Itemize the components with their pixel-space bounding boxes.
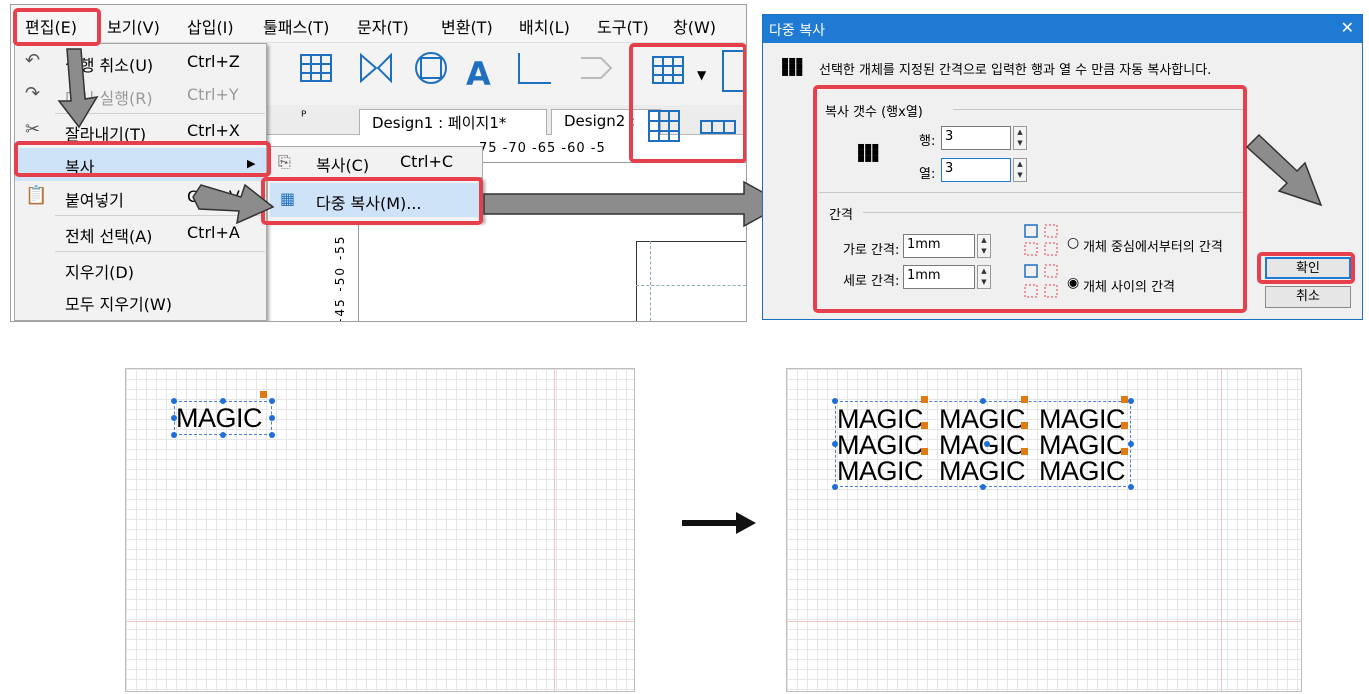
magic-text[interactable]: MAGIC (176, 405, 263, 432)
menu-insert[interactable]: 삽입(I) (187, 14, 234, 38)
editor-window: 편집(E) 보기(V) 삽입(I) 툴패스(T) 문자(T) 변환(T) 배치(… (10, 4, 747, 322)
shear-icon (518, 53, 551, 84)
magic-copy-r2c2[interactable]: MAGIC (939, 432, 1026, 459)
menu-item-delete-all[interactable]: 모두 지우기(W) (15, 285, 266, 318)
multi-copy-icon: ▪▪▪ ▪▪▪ ▪▪▪ (781, 53, 803, 79)
to-dialog-arrow-icon (483, 180, 786, 228)
tab-design1[interactable]: Design1 : 페이지1* (359, 109, 547, 135)
paste-label: 붙여넣기 (65, 191, 124, 210)
mirror-icon (360, 52, 392, 84)
cancel-button[interactable]: 취소 (1265, 286, 1351, 308)
copy-c-label: 복사(C) (316, 156, 370, 175)
menu-window[interactable]: 창(W) (673, 14, 716, 38)
down-arrow-icon (57, 48, 99, 129)
copy-submenu-item[interactable]: ⎘ 복사(C) Ctrl+C (267, 146, 483, 178)
ok-arrow-icon (1245, 133, 1323, 207)
magic-copy-r3c2[interactable]: MAGIC (939, 458, 1026, 485)
menu-toolpath[interactable]: 툴패스(T) (263, 14, 329, 38)
highlight-edit-menu (13, 8, 101, 46)
dialog-titlebar: 다중 복사 ✕ (763, 15, 1362, 43)
canvas-before[interactable]: MAGIC (125, 368, 635, 692)
right-arrow-icon (192, 183, 275, 225)
redo-shortcut: Ctrl+Y (187, 85, 239, 104)
undo-icon: ↶ (25, 50, 41, 71)
menu-bar: 편집(E) 보기(V) 삽입(I) 툴패스(T) 문자(T) 변환(T) 배치(… (11, 5, 746, 43)
pin-icon[interactable]: ᴾ (301, 109, 306, 125)
dialog-title: 다중 복사 (769, 23, 825, 39)
copy-c-shortcut: Ctrl+C (400, 152, 454, 171)
multi-copy-dialog: 다중 복사 ✕ ▪▪▪ ▪▪▪ ▪▪▪ 선택한 개체를 지정된 간격으로 입력한 행… (762, 14, 1363, 320)
menu-transform[interactable]: 변환(T) (441, 14, 493, 38)
delete-all-label: 모두 지우기(W) (65, 295, 172, 314)
magic-copy-r2c1[interactable]: MAGIC (837, 432, 924, 459)
redo-icon: ↷ (25, 83, 41, 104)
magic-copy-r1c2[interactable]: MAGIC (939, 406, 1026, 433)
paste-icon: 📋 (25, 185, 48, 206)
row-copy-icon (700, 120, 736, 134)
highlight-multi-copy-item (261, 177, 483, 225)
menu-view[interactable]: 보기(V) (107, 14, 160, 38)
menu-item-delete[interactable]: 지우기(D) (15, 253, 266, 286)
magic-copy-r3c3[interactable]: MAGIC (1039, 458, 1126, 485)
highlight-ok-button (1257, 252, 1355, 284)
menu-text[interactable]: 문자(T) (357, 14, 409, 38)
menu-tools[interactable]: 도구(T) (597, 14, 649, 38)
dialog-description: 선택한 개체를 지정된 간격으로 입력한 행과 열 수 만큼 자동 복사합니다. (819, 63, 1212, 78)
canvas-after[interactable]: MAGIC MAGIC MAGIC MAGIC MAGIC MAGIC MAGI… (786, 368, 1302, 692)
select-all-label: 전체 선택(A) (65, 227, 153, 246)
highlight-dialog-settings (813, 85, 1247, 313)
magic-copy-r1c1[interactable]: MAGIC (837, 406, 924, 433)
cut-icon: ✂ (25, 119, 41, 140)
magic-copy-r2c3[interactable]: MAGIC (1039, 432, 1126, 459)
grid-copy-icon (648, 110, 680, 142)
close-icon[interactable]: ✕ (1341, 18, 1354, 37)
undo-shortcut: Ctrl+Z (187, 52, 240, 71)
svg-text:A: A (466, 55, 491, 93)
menu-arrange[interactable]: 배치(L) (519, 14, 570, 38)
multi-copy-toolbar-icons (648, 110, 736, 142)
cut-shortcut: Ctrl+X (187, 121, 240, 140)
magic-copy-r3c1[interactable]: MAGIC (837, 458, 924, 485)
table-icon (300, 54, 332, 82)
magic-copy-r1c3[interactable]: MAGIC (1039, 406, 1126, 433)
result-arrow-icon (682, 512, 756, 534)
delete-label: 지우기(D) (65, 263, 134, 282)
